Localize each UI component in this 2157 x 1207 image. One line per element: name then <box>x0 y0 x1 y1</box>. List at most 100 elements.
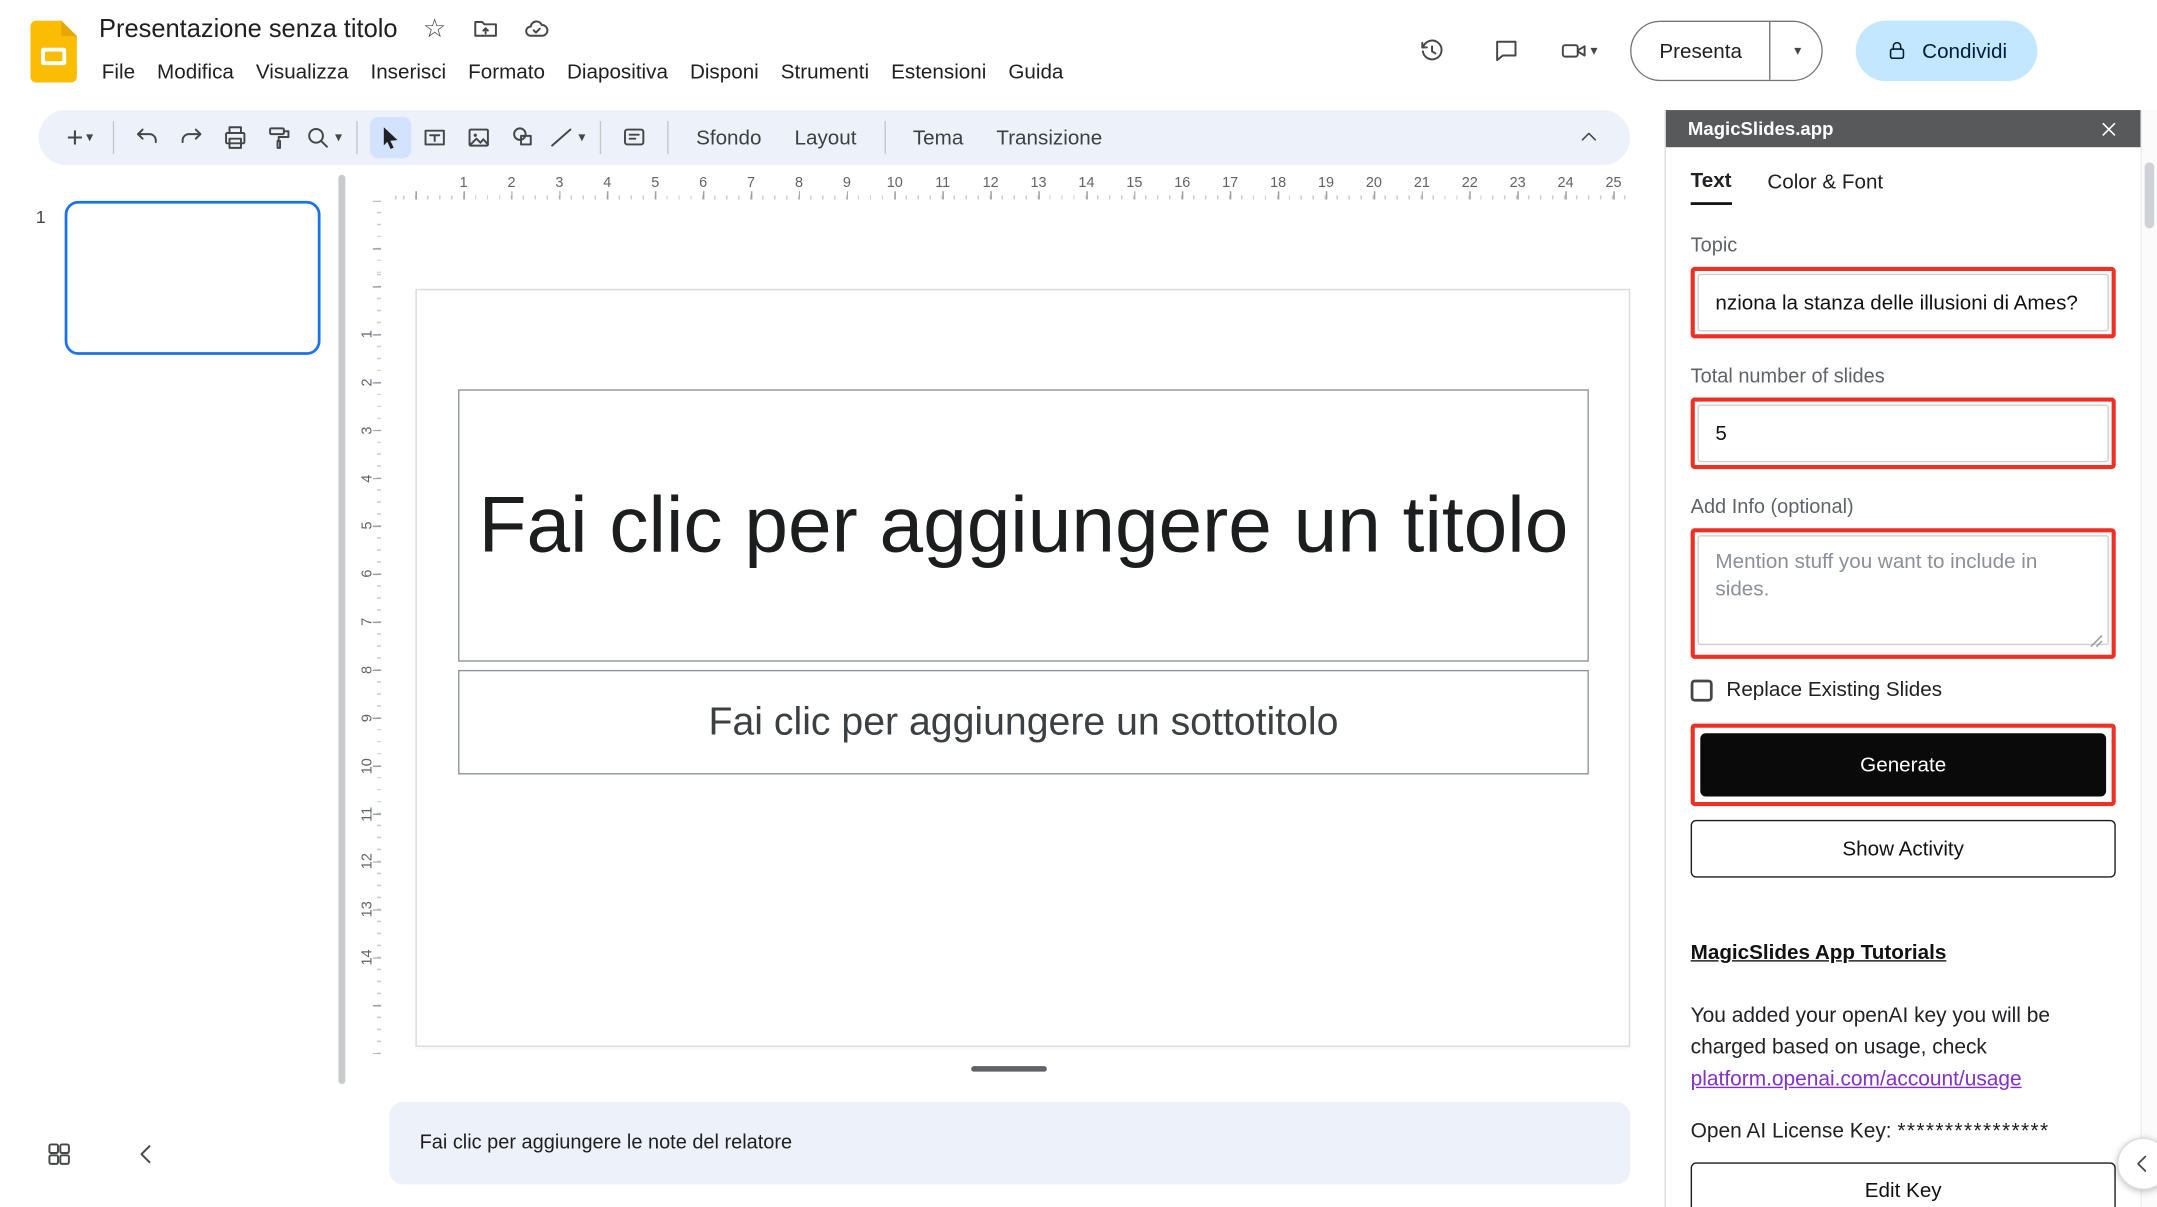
plus-icon: + <box>67 123 84 152</box>
insert-shape-button[interactable] <box>502 117 543 158</box>
title-placeholder-text: Fai clic per aggiungere un titolo <box>479 475 1569 577</box>
star-button[interactable]: ☆ <box>421 15 449 43</box>
tab-text[interactable]: Text <box>1691 169 1732 205</box>
present-button[interactable]: Presenta <box>1632 22 1770 80</box>
grid-view-icon[interactable] <box>39 1134 80 1175</box>
toolbar: + ▾ ▾ <box>39 110 1631 165</box>
usage-link[interactable]: platform.openai.com/account/usage <box>1691 1067 2022 1090</box>
layout-button[interactable]: Layout <box>778 117 873 158</box>
menu-item-guida[interactable]: Guida <box>997 56 1074 88</box>
v-ruler-number: 8 <box>359 666 376 674</box>
title-placeholder[interactable]: Fai clic per aggiungere un titolo <box>458 389 1589 661</box>
h-ruler-number: 11 <box>935 175 950 192</box>
show-activity-button[interactable]: Show Activity <box>1691 820 2116 878</box>
insert-placeholder-button[interactable] <box>614 117 655 158</box>
collapse-filmstrip-icon[interactable] <box>127 1134 168 1175</box>
version-history-icon[interactable] <box>1412 30 1453 71</box>
cloud-status-icon[interactable] <box>523 15 551 43</box>
background-button[interactable]: Sfondo <box>680 117 778 158</box>
text-box-button[interactable] <box>414 117 455 158</box>
h-ruler-number: 1 <box>460 175 468 192</box>
subtitle-placeholder[interactable]: Fai clic per aggiungere un sottotitolo <box>458 670 1589 775</box>
join-call-button[interactable]: ▾ <box>1560 37 1597 65</box>
menu-item-visualizza[interactable]: Visualizza <box>245 56 360 88</box>
h-ruler-number: 6 <box>699 175 707 192</box>
zoom-button[interactable]: ▾ <box>303 117 344 158</box>
menu-item-formato[interactable]: Formato <box>457 56 556 88</box>
move-folder-icon[interactable] <box>472 15 500 43</box>
insert-image-button[interactable] <box>458 117 499 158</box>
h-ruler-number: 22 <box>1462 175 1478 192</box>
v-ruler-number: 1 <box>359 330 376 338</box>
license-line: Open AI License Key: **************** <box>1691 1120 2116 1143</box>
h-ruler-number: 15 <box>1126 175 1142 192</box>
edit-key-button[interactable]: Edit Key <box>1691 1163 2116 1207</box>
new-slide-button[interactable]: + ▾ <box>59 117 100 158</box>
subtitle-placeholder-text: Fai clic per aggiungere un sottotitolo <box>709 700 1339 745</box>
menu-item-estensioni[interactable]: Estensioni <box>880 56 997 88</box>
replace-existing-checkbox[interactable] <box>1691 679 1713 701</box>
h-ruler-number: 13 <box>1031 175 1047 192</box>
google-slides-logo[interactable] <box>30 21 77 83</box>
toolbar-separator <box>884 121 885 154</box>
close-panel-button[interactable] <box>2099 119 2118 138</box>
slide-canvas[interactable]: Fai clic per aggiungere un titolo Fai cl… <box>415 289 1630 1047</box>
replace-existing-label: Replace Existing Slides <box>1726 678 1942 701</box>
panel-scrollbar-thumb[interactable] <box>2144 162 2154 228</box>
menu-bar: FileModificaVisualizzaInserisciFormatoDi… <box>91 56 1075 88</box>
undo-button[interactable] <box>127 117 168 158</box>
v-ruler-number: 9 <box>359 714 376 722</box>
menu-item-disponi[interactable]: Disponi <box>679 56 770 88</box>
topic-input[interactable] <box>1698 274 2109 332</box>
redo-button[interactable] <box>171 117 212 158</box>
document-title[interactable]: Presentazione senza titolo <box>99 14 398 44</box>
hide-menus-button[interactable] <box>1568 117 1609 158</box>
share-button-label: Condividi <box>1922 39 2007 62</box>
h-ruler-number: 14 <box>1078 175 1094 192</box>
present-options-button[interactable]: ▾ <box>1769 22 1821 80</box>
slides-count-input[interactable] <box>1698 404 2109 462</box>
panel-body: Text Color & Font Topic Total number of … <box>1666 169 2141 1207</box>
h-ruler-number: 21 <box>1414 175 1430 192</box>
slides-count-label: Total number of slides <box>1691 366 2116 388</box>
insert-line-button[interactable]: ▾ <box>546 117 587 158</box>
annotation-slides-count <box>1691 398 2116 470</box>
api-usage-note: You added your openAI key you will be ch… <box>1691 1001 2116 1095</box>
generate-button[interactable]: Generate <box>1700 733 2106 796</box>
notes-resize-handle[interactable] <box>971 1066 1047 1072</box>
v-ruler-number: 14 <box>359 949 376 965</box>
menu-item-modifica[interactable]: Modifica <box>146 56 245 88</box>
annotation-generate: Generate <box>1691 724 2116 807</box>
v-ruler-number: 7 <box>359 618 376 626</box>
comments-icon[interactable] <box>1486 30 1527 71</box>
filmstrip-scrollbar[interactable] <box>338 175 345 1084</box>
speaker-notes[interactable]: Fai clic per aggiungere le note del rela… <box>389 1102 1630 1185</box>
slide-thumbnail-1[interactable] <box>65 201 321 355</box>
header-right: ▾ Presenta ▾ Condividi <box>1412 21 2038 82</box>
print-button[interactable] <box>215 117 256 158</box>
h-ruler-number: 20 <box>1366 175 1382 192</box>
menu-item-strumenti[interactable]: Strumenti <box>770 56 880 88</box>
h-ruler-number: 18 <box>1270 175 1286 192</box>
license-label: Open AI License Key: <box>1691 1120 1898 1143</box>
menu-item-inserisci[interactable]: Inserisci <box>359 56 457 88</box>
menu-item-file[interactable]: File <box>91 56 146 88</box>
transition-button[interactable]: Transizione <box>980 117 1119 158</box>
toolbar-separator <box>600 121 601 154</box>
caret-down-icon: ▾ <box>335 130 342 145</box>
select-tool-button[interactable] <box>370 117 411 158</box>
share-button[interactable]: Condividi <box>1856 21 2037 82</box>
add-info-textarea[interactable] <box>1698 535 2109 645</box>
tutorials-link[interactable]: MagicSlides App Tutorials <box>1691 941 1947 964</box>
menu-item-diapositiva[interactable]: Diapositiva <box>556 56 679 88</box>
paint-format-button[interactable] <box>259 117 300 158</box>
panel-scrollbar-track[interactable] <box>2140 110 2157 1207</box>
h-ruler-number: 8 <box>795 175 803 192</box>
panel-tabs: Text Color & Font <box>1691 169 2116 205</box>
theme-button[interactable]: Tema <box>896 117 979 158</box>
h-ruler-number: 2 <box>507 175 515 192</box>
tab-color-font[interactable]: Color & Font <box>1767 169 1883 205</box>
v-ruler-number: 6 <box>359 570 376 578</box>
document-meta: Presentazione senza titolo ☆ <box>99 14 550 44</box>
license-mask: **************** <box>1897 1120 2049 1143</box>
